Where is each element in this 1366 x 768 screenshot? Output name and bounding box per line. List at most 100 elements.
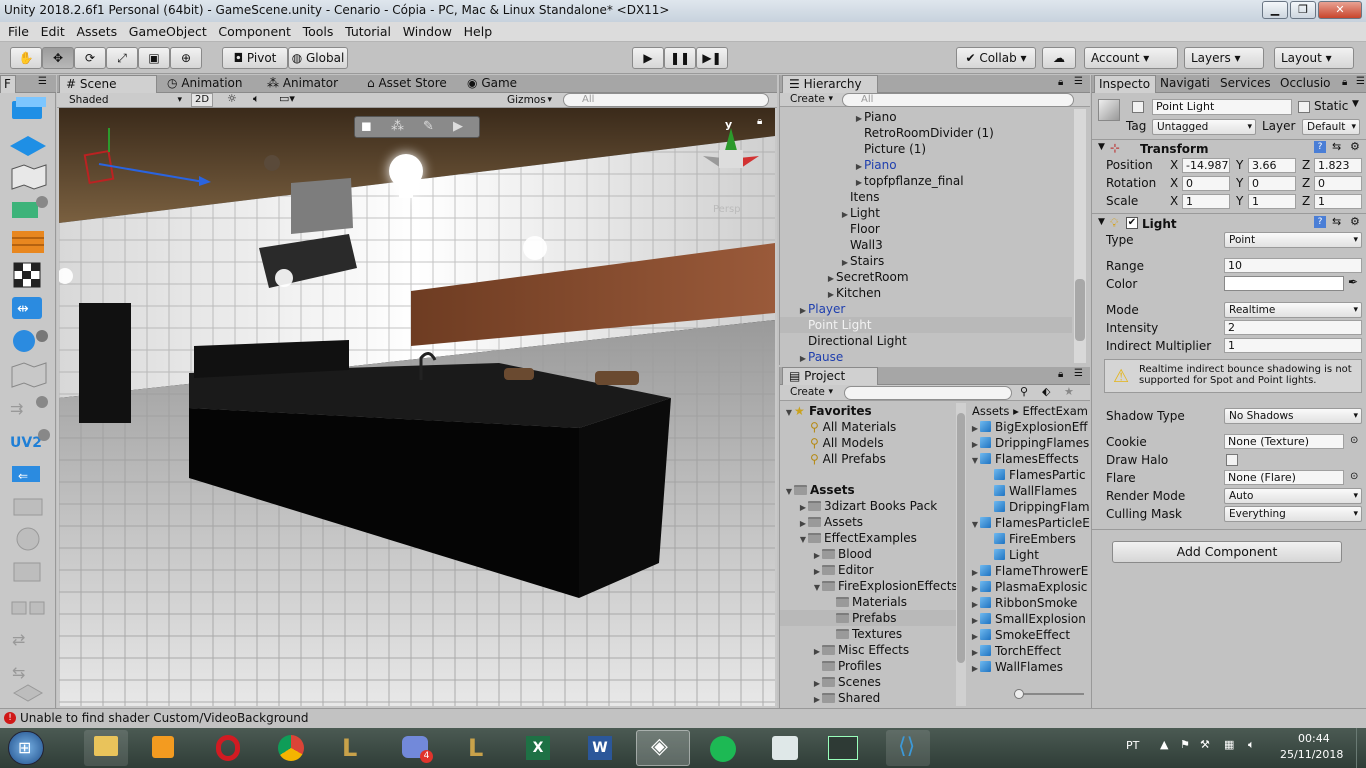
bricks-icon[interactable] [4,227,52,257]
project-asset-item[interactable]: FlamesPartic [968,467,1090,483]
menu-tools[interactable]: Tools [303,22,334,41]
intensity-field[interactable]: 2 [1224,320,1362,335]
hand-tool-icon[interactable]: ✋ [10,47,42,69]
split-icon[interactable] [4,590,52,620]
culling-mask-dropdown[interactable]: Everything [1224,506,1362,522]
filter-label-icon[interactable]: ⬖ [1042,385,1050,398]
taskbar-opera[interactable] [206,730,250,766]
maximize-button[interactable]: ❐ [1290,1,1316,19]
transform-tool-icon[interactable]: ⊕ [170,47,202,69]
gizmos-dropdown[interactable]: Gizmos [503,93,555,109]
menu-edit[interactable]: Edit [41,22,65,41]
project-folder-item[interactable]: Textures [780,626,956,642]
hierarchy-item[interactable]: Point Light [780,317,1072,333]
taskbar-discord[interactable]: 4 [392,730,436,766]
cloud-button[interactable]: ☁ [1042,47,1076,69]
foldout-arrow-icon[interactable]: ▼ [798,532,808,548]
static-dropdown-icon[interactable]: ▼ [1352,99,1359,109]
create-plane-icon[interactable] [4,128,52,158]
map-icon[interactable] [4,161,52,191]
position-x-field[interactable]: -14.987 [1182,158,1230,173]
indirect-multiplier-field[interactable]: 1 [1224,338,1362,353]
light-type-dropdown[interactable]: Point [1224,232,1362,248]
lock-icon[interactable]: 🔒︎ [1342,77,1347,88]
project-asset-item[interactable]: ▶ RibbonSmoke [968,595,1090,611]
foldout-arrow-icon[interactable]: ▼ [812,580,822,596]
menu-help[interactable]: Help [464,22,493,41]
taskbar-media-player[interactable] [140,730,184,766]
lock-icon[interactable]: 🔒︎ [757,116,762,127]
tag-dropdown[interactable]: Untagged [1152,119,1256,135]
foldout-arrow-icon[interactable]: ▶ [812,692,822,706]
color-swatch[interactable] [1224,276,1344,291]
scale-z-field[interactable]: 1 [1314,194,1362,209]
project-asset-item[interactable]: ▶ BigExplosionEff [968,419,1090,435]
project-folder-item[interactable]: ▶ 3dizart Books Pack [780,498,956,514]
tab-game[interactable]: ◉ Game [467,75,537,93]
position-z-field[interactable]: 1.823 [1314,158,1362,173]
menu-component[interactable]: Component [218,22,291,41]
lock-icon[interactable]: 🔒︎ [1058,77,1063,88]
project-asset-item[interactable]: FireEmbers [968,531,1090,547]
lock-icon[interactable]: 🔒︎ [1058,369,1063,380]
tab-animation[interactable]: ◷ Animation [167,75,263,93]
range-field[interactable]: 10 [1224,258,1362,273]
tray-flag-icon[interactable]: ⚑ [1180,738,1190,751]
tab-services[interactable]: Services [1218,75,1278,93]
light-header[interactable]: ▼ 💡︎ ✔ Light ? ⇆ ⚙ [1092,215,1366,233]
taskbar-vscode[interactable]: ⟨⟩ [886,730,930,766]
panel-menu-icon[interactable]: ☰ [1074,368,1083,379]
scale-x-field[interactable]: 1 [1182,194,1230,209]
preset-icon[interactable]: ⇆ [1332,140,1341,153]
project-folder-item[interactable]: Materials [780,594,956,610]
transform-header[interactable]: ▼ ⊹ Transform ? ⇆ ⚙ [1092,140,1366,158]
menu-tutorial[interactable]: Tutorial [345,22,391,41]
project-folder-item[interactable]: ▶ Editor [780,562,956,578]
taskbar-chrome[interactable] [268,730,312,766]
project-asset-item[interactable]: ▶ WallFlames [968,659,1090,675]
tab-animator[interactable]: ⁂ Animator [267,75,363,93]
favorite-star-icon[interactable]: ★ [1064,385,1074,398]
project-asset-item[interactable]: ▼ FlamesParticleE [968,515,1090,531]
move-tool-icon[interactable]: ✥ [42,47,74,69]
panel-menu-icon[interactable]: ☰ [1356,76,1365,87]
project-folder-item[interactable]: ▶ Misc Effects [780,642,956,658]
shading-dropdown[interactable]: Shaded [65,93,185,109]
project-folder-item[interactable]: ▶ Scenes [780,674,956,690]
tab-navigation[interactable]: Navigati [1158,75,1218,93]
shadow-type-dropdown[interactable]: No Shadows [1224,408,1362,424]
hierarchy-item[interactable]: ▶ Piano [780,109,1072,125]
panel-menu-icon[interactable]: ☰ [1074,76,1083,87]
clock-date[interactable]: 25/11/2018 [1280,748,1343,761]
project-asset-item[interactable]: WallFlames [968,483,1090,499]
menu-assets[interactable]: Assets [76,22,117,41]
project-folder-item[interactable]: ▼ FireExplosionEffects [780,578,956,594]
favorite-all-prefabs[interactable]: ⚲ All Prefabs [780,451,956,467]
position-y-field[interactable]: 3.66 [1248,158,1296,173]
hierarchy-item[interactable]: ▶ SecretRoom [780,269,1072,285]
project-asset-item[interactable]: ▶ PlasmaExplosic [968,579,1090,595]
mode-dropdown[interactable]: Realtime [1224,302,1362,318]
audio-toggle-icon[interactable]: 🔈︎ [253,92,260,106]
arrows-right-icon[interactable]: ⇉ [4,392,52,422]
help-icon[interactable]: ? [1314,216,1326,228]
pause-button[interactable]: ❚❚ [664,47,696,69]
preset-icon[interactable]: ⇆ [1332,215,1341,228]
object-picker-icon[interactable]: ⊙ [1350,471,1358,482]
taskbar-unity[interactable]: ◈ [636,730,690,766]
active-checkbox[interactable] [1132,101,1144,113]
layers-stack-icon[interactable] [4,681,52,705]
hierarchy-item[interactable]: RetroRoomDivider (1) [780,125,1072,141]
tab-project[interactable]: ▤ Project [782,367,878,385]
breadcrumb-item[interactable]: EffectExam [1023,404,1088,418]
hierarchy-item[interactable]: Floor [780,221,1072,237]
hierarchy-create-dropdown[interactable]: Create [786,92,836,108]
foldout-arrow-icon[interactable]: ▶ [970,661,980,677]
taskbar-terminal[interactable] [820,730,864,766]
scale-y-field[interactable]: 1 [1248,194,1296,209]
persp-label[interactable]: Persp [713,204,741,215]
project-asset-item[interactable]: ▶ TorchEffect [968,643,1090,659]
menu-window[interactable]: Window [403,22,452,41]
scale-tool-icon[interactable]: ⤢ [106,47,138,69]
static-checkbox[interactable] [1298,101,1310,113]
